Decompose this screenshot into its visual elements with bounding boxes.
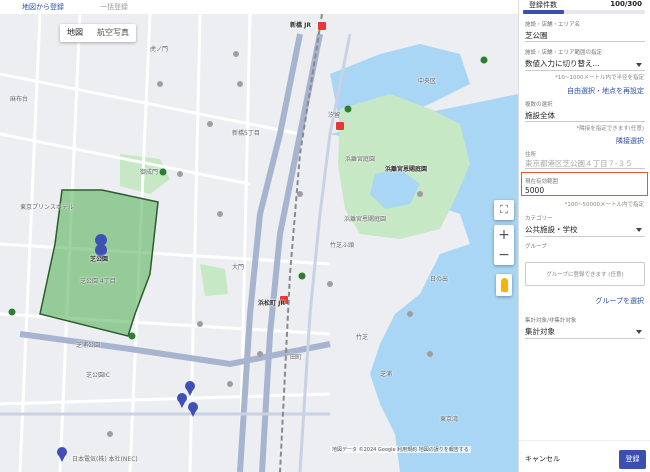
label-azabudai: 麻布台 <box>10 96 29 103</box>
label-shibaura-park: 芝浦公園 <box>76 342 101 349</box>
map-base <box>0 14 518 472</box>
group-dropzone[interactable]: グループに登録できます (任意) <box>525 262 645 286</box>
label-shibakoen-ic: 芝公園IC <box>86 372 110 379</box>
category-chevron-down-icon <box>636 228 642 232</box>
map-type-satellite[interactable]: 航空写真 <box>90 24 136 42</box>
label-nec: 日本電気(株) 本社(NEC) <box>72 456 138 463</box>
label-daimon: 大門 <box>232 264 245 271</box>
registration-progress <box>523 10 645 14</box>
label-toranomon: 虎ノ門 <box>150 46 169 53</box>
panel-footer: キャンセル 登録 <box>519 440 650 472</box>
label-shiba-park: 芝公園 <box>90 256 109 263</box>
category-label: カテゴリー <box>525 216 553 222</box>
label-shimbashi5: 新橋5丁目 <box>232 130 260 137</box>
map-type-toggle: 地図 航空写真 <box>60 24 136 42</box>
label-hamamatsucho: 浜松町 JR <box>258 300 285 307</box>
area-spec-hint: *10~1000メートル内で半径を指定 <box>555 75 644 81</box>
tab-bulk-register[interactable]: 一括登録 <box>100 2 128 12</box>
area-spec-label: 施設・店舗・エリア範囲の指定 <box>525 50 603 56</box>
label-hinode: 日の出 <box>430 276 449 283</box>
label-garden: 浜離宮恩賜庭園 <box>344 216 387 223</box>
category-underline <box>525 236 645 237</box>
aggregation-chevron-down-icon <box>636 330 642 334</box>
map-type-roadmap[interactable]: 地図 <box>60 24 90 42</box>
aggregation-label: 集計対象/非集計対象 <box>525 318 577 324</box>
cancel-button[interactable]: キャンセル <box>525 454 560 464</box>
map-attribution: 地図データ ©2024 Google 利用規約 地図の誤りを報告する <box>330 446 471 453</box>
label-shimbashi: 新橋 JR <box>290 22 311 29</box>
area-spec-chevron-down-icon <box>636 63 642 67</box>
zoom-in-button[interactable]: + <box>494 225 514 245</box>
label-gotenyama: 御成門 <box>140 169 159 176</box>
label-shiodome: 汐留 <box>328 112 341 119</box>
area-spec-select[interactable]: 数値入力に切り替え... <box>525 58 600 69</box>
group-label: グループ <box>525 244 547 250</box>
multi-select-label: 複数の選択 <box>525 102 553 108</box>
label-port: 東京湾 <box>440 416 459 423</box>
registration-panel: 登録件数 100/300 施設・店舗・エリア名 芝公園 施設・店舗・エリア範囲の… <box>518 0 650 472</box>
category-select[interactable]: 公共施設・学校 <box>525 224 578 235</box>
aggregation-underline <box>525 338 645 339</box>
label-takeshiba: 竹芝 <box>356 334 369 341</box>
area-spec-underline <box>525 70 645 71</box>
label-hamarikyu: 浜離宮恩賜庭園 <box>385 166 428 173</box>
tab-map-register[interactable]: 地図から登録 <box>22 2 64 12</box>
radius-label: 現在有効範囲 <box>525 179 559 185</box>
label-tamachi: 田町 <box>290 354 303 361</box>
multi-select-input[interactable]: 施設全体 <box>525 110 555 121</box>
submit-button[interactable]: 登録 <box>619 450 646 469</box>
multi-select-hint: *隣接を指定できます(任意) <box>576 126 644 132</box>
facility-underline <box>525 41 645 42</box>
zoom-control: + − <box>494 225 514 265</box>
facility-label: 施設・店舗・エリア名 <box>525 22 581 28</box>
registered-count: 100/300 <box>610 0 642 8</box>
pegman-icon[interactable] <box>496 274 512 296</box>
label-pier: 竹芝ふ頭 <box>330 242 355 249</box>
registration-progress-fill <box>523 10 564 14</box>
multi-select-underline <box>525 121 645 122</box>
reset-point-link[interactable]: 自由選択・地点を再設定 <box>567 86 644 96</box>
map-view[interactable]: 新橋 JR 汐留 浜離宮恩賜庭園 浜離宮庭園 芝公園 御成門 浜松町 JR 大門… <box>0 14 518 472</box>
radius-input[interactable]: 5000 <box>525 186 544 195</box>
address-label: 住所 <box>525 152 537 158</box>
label-shibaura: 芝浦 <box>380 371 393 378</box>
facility-input[interactable]: 芝公園 <box>525 30 548 41</box>
adjacent-select-link[interactable]: 隣接選択 <box>616 136 644 146</box>
label-tower-area: 芝公園 4丁目 <box>80 278 116 285</box>
registration-tabs: 地図から登録 一括登録 <box>0 0 518 14</box>
zoom-out-button[interactable]: − <box>494 245 514 265</box>
label-chuo: 中央区 <box>418 78 437 85</box>
aggregation-select[interactable]: 集計対象 <box>525 326 555 337</box>
registered-count-label: 登録件数 <box>529 1 557 9</box>
label-hamarikyu-short: 浜離宮庭園 <box>345 156 376 163</box>
fullscreen-icon[interactable]: ⛶ <box>494 200 514 220</box>
label-tokyo-prince: 東京プリンスホテル <box>20 204 74 211</box>
group-select-link[interactable]: グループを選択 <box>595 296 644 306</box>
address-underline <box>525 168 645 169</box>
radius-hint: *100~50000メートル内で指定 <box>564 202 644 208</box>
